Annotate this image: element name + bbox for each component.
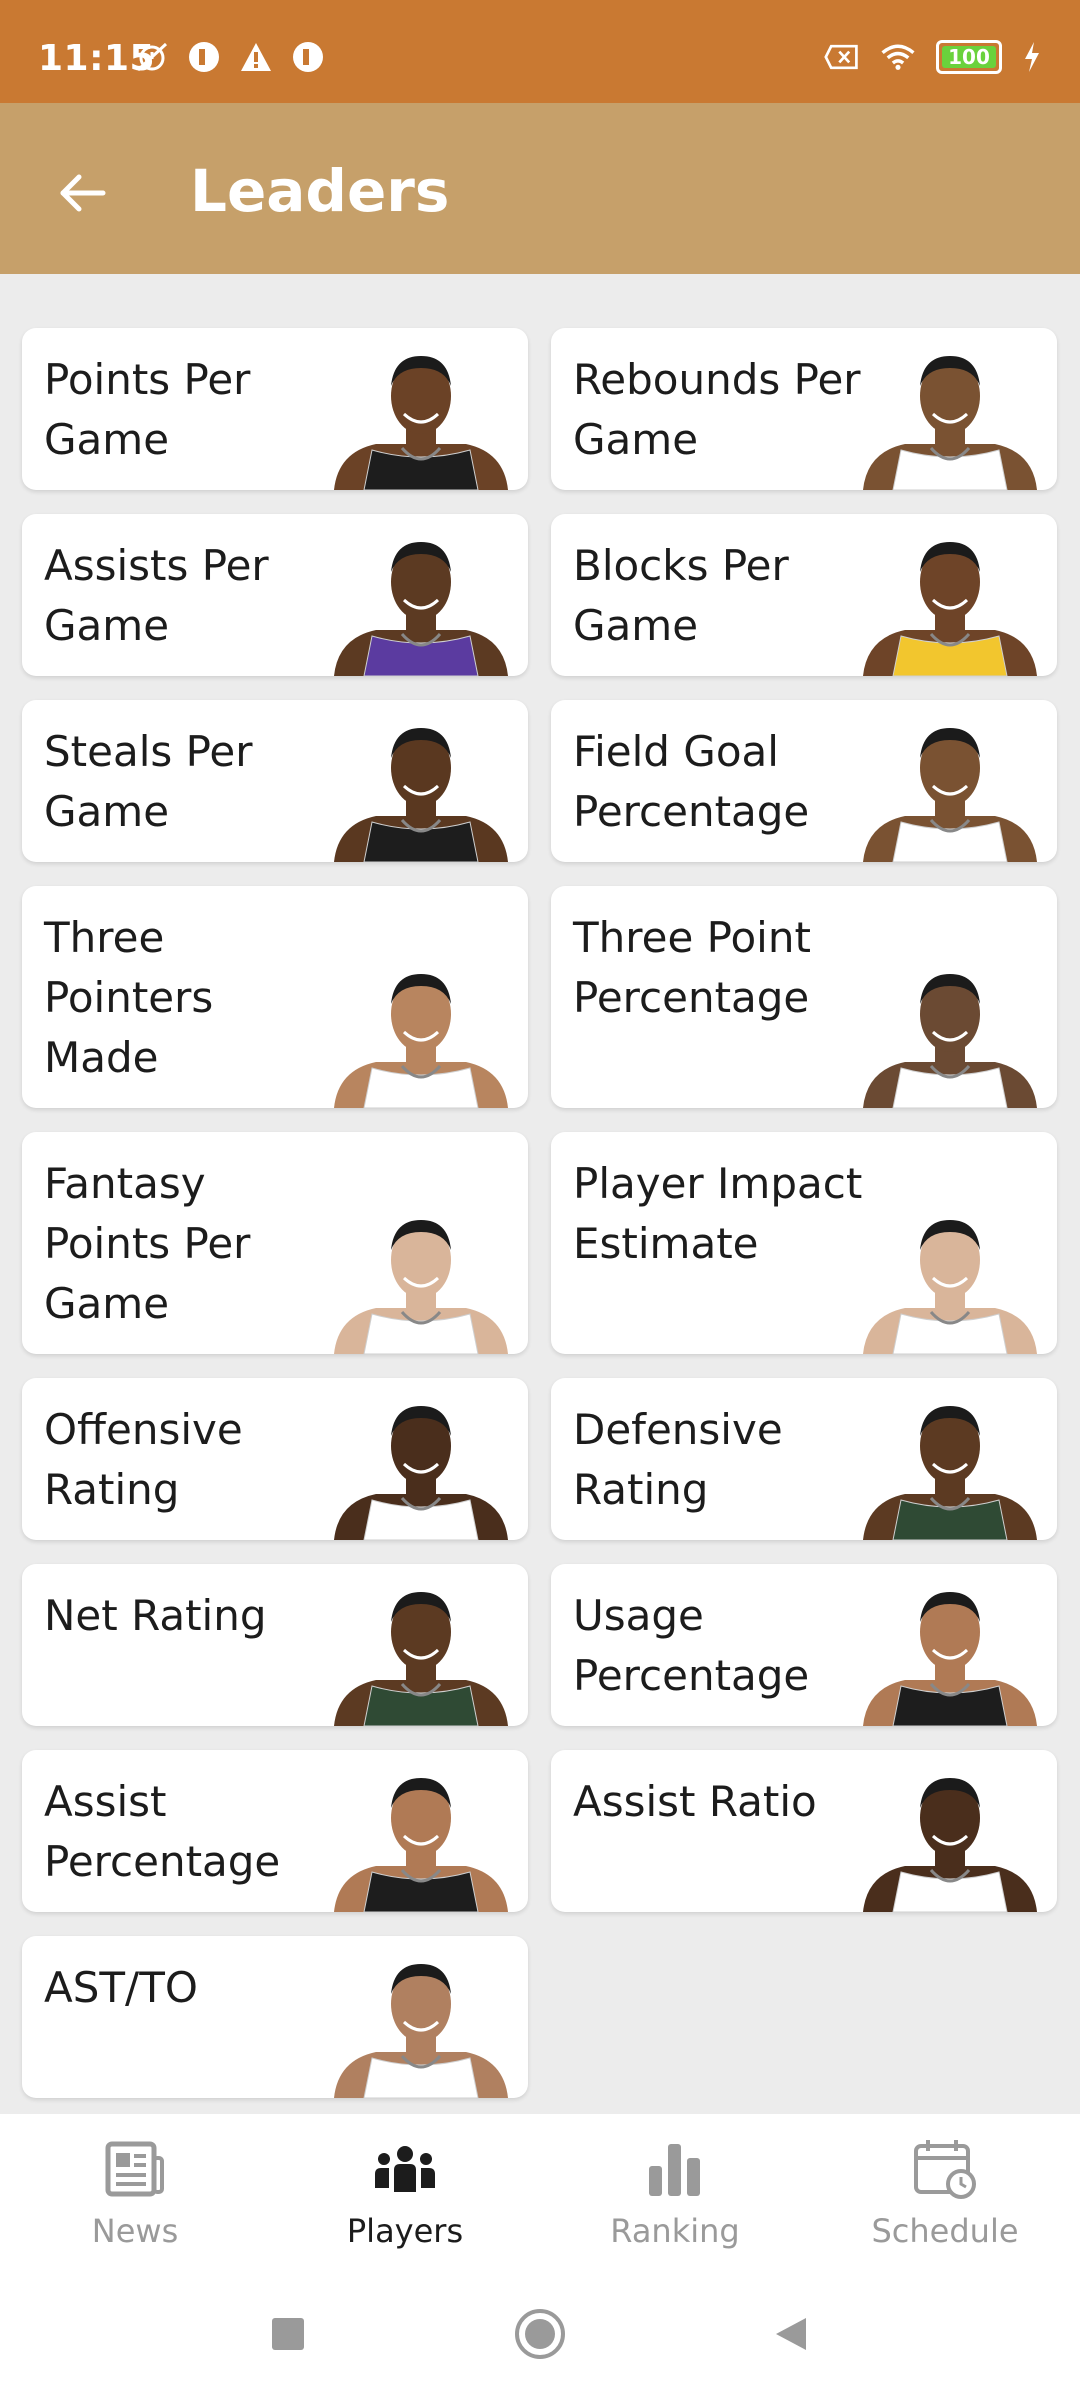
- leader-card[interactable]: Defensive Rating: [551, 1378, 1057, 1540]
- leader-card[interactable]: Field Goal Percentage: [551, 700, 1057, 862]
- leader-card-label: Field Goal Percentage: [573, 727, 810, 836]
- player-photo: [863, 1592, 1037, 1726]
- charging-icon: [1022, 40, 1042, 74]
- page-title: Leaders: [190, 157, 450, 225]
- leader-card[interactable]: Three Pointers Made: [22, 886, 528, 1108]
- leader-card-label: Net Rating: [44, 1591, 267, 1640]
- leader-card[interactable]: Net Rating: [22, 1564, 528, 1726]
- back-triangle-icon: [776, 2318, 806, 2350]
- player-photo: [863, 356, 1037, 490]
- system-back-button[interactable]: [760, 2304, 820, 2364]
- leader-card-label: Three Point Percentage: [573, 913, 811, 1022]
- x-box-icon: [824, 40, 860, 74]
- newspaper-icon: [102, 2138, 168, 2200]
- leader-card-label: Assist Ratio: [573, 1777, 817, 1826]
- leader-card-label: Steals Per Game: [44, 727, 253, 836]
- player-photo: [863, 1220, 1037, 1354]
- nav-label-players: Players: [346, 2212, 464, 2250]
- home-button[interactable]: [510, 2304, 570, 2364]
- leader-card[interactable]: Offensive Rating: [22, 1378, 528, 1540]
- leader-card[interactable]: AST/TO: [22, 1936, 528, 2098]
- player-photo: [334, 356, 508, 490]
- player-photo: [863, 1778, 1037, 1912]
- player-photo: [334, 974, 508, 1108]
- status-icons-right: 100: [824, 40, 1042, 74]
- warning-icon: [238, 40, 274, 74]
- leader-card[interactable]: Rebounds Per Game: [551, 328, 1057, 490]
- leader-card[interactable]: Assist Percentage: [22, 1750, 528, 1912]
- player-photo: [334, 1592, 508, 1726]
- leader-card[interactable]: Blocks Per Game: [551, 514, 1057, 676]
- player-photo: [863, 974, 1037, 1108]
- app-icon: [186, 40, 222, 74]
- leader-card[interactable]: Points Per Game: [22, 328, 528, 490]
- system-nav-bar: [0, 2274, 1080, 2400]
- player-photo: [863, 1406, 1037, 1540]
- leader-card-label: AST/TO: [44, 1963, 198, 2012]
- player-photo: [334, 1406, 508, 1540]
- wifi-icon: [880, 40, 916, 74]
- nav-label-schedule: Schedule: [871, 2212, 1019, 2250]
- nav-item-players[interactable]: Players: [270, 2138, 540, 2258]
- leader-card-label: Assist Percentage: [44, 1777, 281, 1886]
- leader-card-label: Points Per Game: [44, 355, 251, 464]
- nav-label-ranking: Ranking: [610, 2212, 740, 2250]
- status-icons-left: [134, 40, 326, 74]
- nav-item-schedule[interactable]: Schedule: [810, 2138, 1080, 2258]
- mute-alarm-icon: [134, 40, 170, 74]
- leader-card-label: Usage Percentage: [573, 1591, 810, 1700]
- leader-card-label: Player Impact Estimate: [573, 1159, 863, 1268]
- leader-card-label: Offensive Rating: [44, 1405, 243, 1514]
- leader-card[interactable]: Player Impact Estimate: [551, 1132, 1057, 1354]
- leader-card-label: Defensive Rating: [573, 1405, 783, 1514]
- back-button[interactable]: [40, 151, 124, 235]
- leader-card[interactable]: Fantasy Points Per Game: [22, 1132, 528, 1354]
- battery-level: 100: [948, 45, 990, 69]
- nav-label-news: News: [91, 2212, 179, 2250]
- player-photo: [334, 1964, 508, 2098]
- battery-icon: 100: [936, 40, 1002, 74]
- leader-card[interactable]: Assists Per Game: [22, 514, 528, 676]
- nav-item-news[interactable]: News: [0, 2138, 270, 2258]
- calendar-icon: [912, 2138, 978, 2200]
- player-photo: [334, 1220, 508, 1354]
- bottom-nav: News Players Ranking Schedule: [0, 2114, 1080, 2274]
- player-photo: [334, 542, 508, 676]
- leader-card[interactable]: Usage Percentage: [551, 1564, 1057, 1726]
- app-bar: Leaders: [0, 103, 1080, 274]
- recents-button[interactable]: [258, 2304, 318, 2364]
- leader-card-label: Assists Per Game: [44, 541, 269, 650]
- square-icon: [272, 2318, 304, 2350]
- leader-card[interactable]: Three Point Percentage: [551, 886, 1057, 1108]
- player-photo: [863, 542, 1037, 676]
- arrow-back-icon: [60, 174, 106, 212]
- player-photo: [334, 1778, 508, 1912]
- leaders-grid: Points Per Game Rebounds Per Game Assists …: [0, 274, 1080, 2114]
- leader-card-label: Blocks Per Game: [573, 541, 789, 650]
- leader-card[interactable]: Assist Ratio: [551, 1750, 1057, 1912]
- player-photo: [334, 728, 508, 862]
- bar-chart-icon: [642, 2138, 708, 2200]
- circle-icon: [515, 2309, 565, 2359]
- leader-card[interactable]: Steals Per Game: [22, 700, 528, 862]
- status-bar: 11:15 100: [0, 0, 1080, 103]
- players-icon: [372, 2138, 438, 2200]
- player-photo: [863, 728, 1037, 862]
- nav-item-ranking[interactable]: Ranking: [540, 2138, 810, 2258]
- leader-card-label: Three Pointers Made: [44, 913, 214, 1082]
- leader-card-label: Fantasy Points Per Game: [44, 1159, 251, 1328]
- leader-card-label: Rebounds Per Game: [573, 355, 861, 464]
- app-icon: [290, 40, 326, 74]
